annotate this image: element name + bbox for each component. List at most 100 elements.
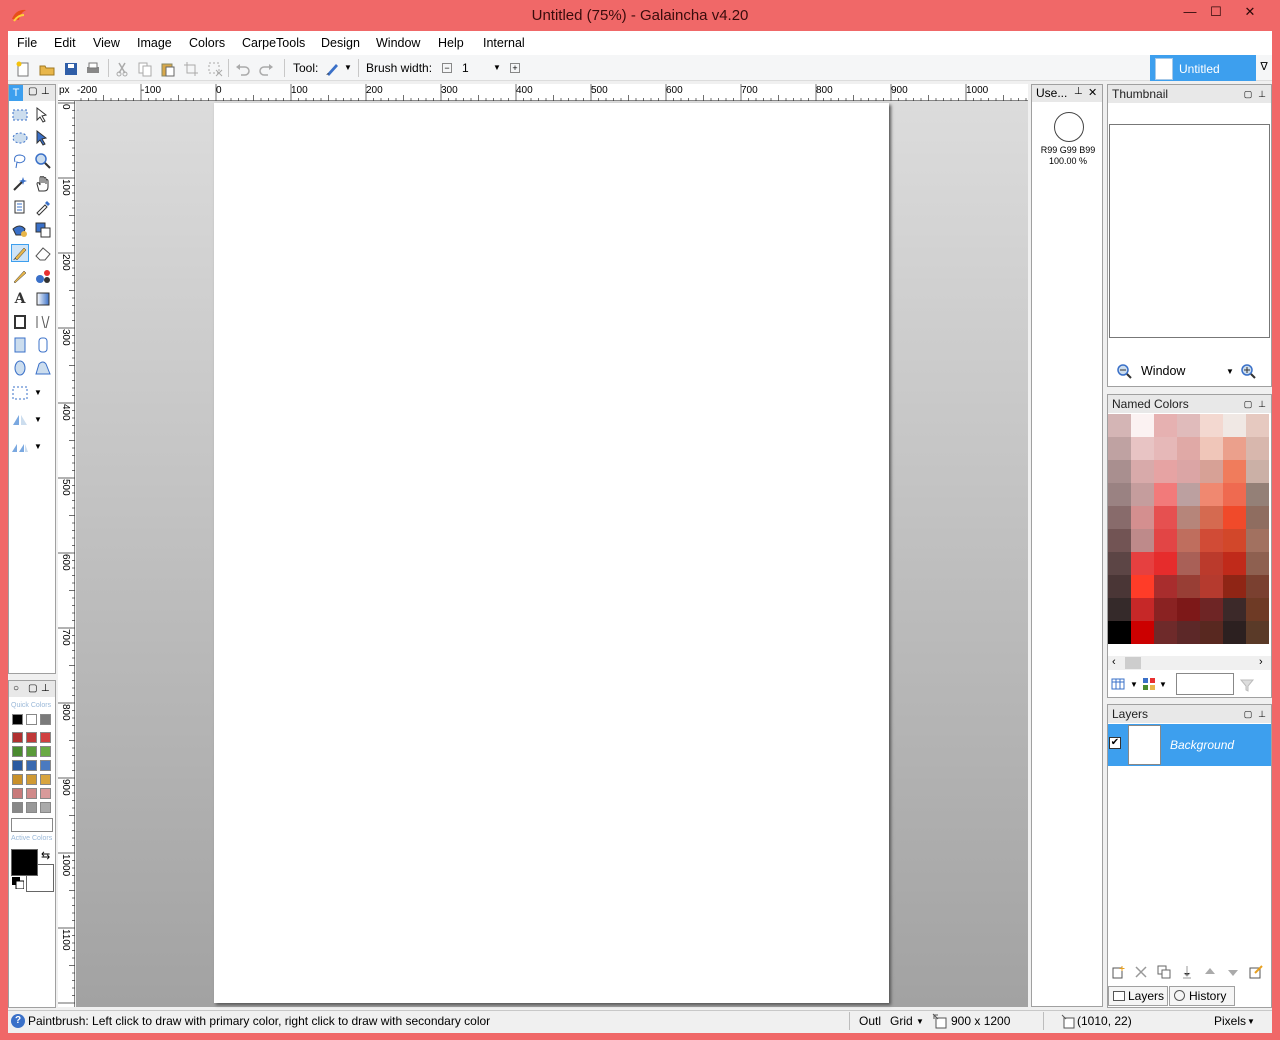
named-color-swatch[interactable] (1131, 575, 1154, 598)
named-color-swatch[interactable] (1200, 552, 1223, 575)
gradient-icon[interactable] (34, 290, 52, 308)
units-dropdown-icon[interactable]: ▼ (1247, 1017, 1255, 1026)
cut-icon[interactable] (114, 61, 130, 77)
menu-colors[interactable]: Colors (189, 36, 225, 50)
named-colors-pin-icon[interactable]: ⊥ (1256, 398, 1268, 410)
named-color-swatch[interactable] (1246, 437, 1269, 460)
named-color-swatch[interactable] (1177, 414, 1200, 437)
quick-color-swatch[interactable] (40, 714, 51, 725)
new-file-icon[interactable] (15, 61, 31, 77)
menu-help[interactable]: Help (438, 36, 464, 50)
named-color-swatch[interactable] (1108, 506, 1131, 529)
named-color-swatch[interactable] (1223, 621, 1246, 644)
named-color-swatch[interactable] (1246, 483, 1269, 506)
brush-width-decrease-button[interactable]: − (442, 63, 452, 73)
drawing-canvas[interactable] (214, 103, 889, 1003)
crop-icon[interactable] (183, 61, 199, 77)
move-selection-icon[interactable] (34, 106, 52, 124)
scroll-left-icon[interactable]: ‹ (1112, 656, 1116, 668)
merge-layer-icon[interactable] (1180, 965, 1194, 979)
quick-color-swatch[interactable] (12, 732, 23, 743)
thumbnail-float-icon[interactable]: ▢ (1242, 88, 1254, 100)
named-color-swatch[interactable] (1246, 529, 1269, 552)
colors-float-icon[interactable]: ▢ (28, 683, 37, 694)
named-color-swatch[interactable] (1154, 437, 1177, 460)
named-color-swatch[interactable] (1177, 621, 1200, 644)
named-color-swatch[interactable] (1177, 506, 1200, 529)
quick-color-swatch[interactable] (26, 788, 37, 799)
named-color-swatch[interactable] (1223, 460, 1246, 483)
layers-pin-icon[interactable]: ⊥ (1256, 708, 1268, 720)
used-color-swatch[interactable] (1054, 112, 1084, 142)
named-color-swatch[interactable] (1154, 506, 1177, 529)
menu-internal[interactable]: Internal (483, 36, 525, 50)
tab-history[interactable]: History (1169, 986, 1235, 1006)
scrollbar-thumb[interactable] (1125, 657, 1141, 669)
quick-color-swatch[interactable] (26, 802, 37, 813)
quick-color-swatch[interactable] (12, 760, 23, 771)
layers-float-icon[interactable]: ▢ (1242, 708, 1254, 720)
rounded-rectangle-tool-icon[interactable] (34, 336, 52, 354)
named-color-swatch[interactable] (1131, 460, 1154, 483)
color-replace-icon[interactable] (34, 267, 52, 285)
open-folder-icon[interactable] (39, 61, 55, 77)
zoom-out-icon[interactable] (1116, 363, 1132, 379)
reset-colors-icon[interactable] (12, 877, 24, 889)
named-color-swatch[interactable] (1177, 460, 1200, 483)
move-layer-up-icon[interactable] (1203, 965, 1217, 979)
named-color-swatch[interactable] (1177, 529, 1200, 552)
quick-color-swatch[interactable] (12, 774, 23, 785)
toolbox-float-icon[interactable]: ▢ (28, 86, 37, 97)
quick-color-swatch[interactable] (40, 802, 51, 813)
named-color-swatch[interactable] (1223, 575, 1246, 598)
named-color-swatch[interactable] (1200, 506, 1223, 529)
quick-color-swatch[interactable] (40, 746, 51, 757)
named-color-swatch[interactable] (1223, 414, 1246, 437)
quick-color-swatch[interactable] (26, 774, 37, 785)
frame-tool-icon[interactable] (11, 313, 29, 331)
redo-icon[interactable] (258, 61, 274, 77)
palette-grid-dropdown-icon[interactable]: ▼ (1159, 680, 1167, 689)
quick-color-swatch[interactable] (26, 760, 37, 771)
named-color-swatch[interactable] (1154, 460, 1177, 483)
colors-search-icon[interactable]: ○ (13, 683, 19, 694)
undo-icon[interactable] (235, 61, 251, 77)
grid-dropdown-icon[interactable]: ▼ (916, 1017, 924, 1026)
named-colors-float-icon[interactable]: ▢ (1242, 398, 1254, 410)
quick-color-swatch[interactable] (12, 746, 23, 757)
named-color-swatch[interactable] (1154, 552, 1177, 575)
used-colors-pin-icon[interactable]: ⊥ (1074, 86, 1083, 97)
deselect-icon[interactable] (207, 61, 223, 77)
named-color-swatch[interactable] (1154, 529, 1177, 552)
filter-icon[interactable] (1239, 677, 1255, 693)
maximize-button[interactable]: ☐ (1202, 2, 1230, 24)
named-color-swatch[interactable] (1154, 414, 1177, 437)
duplicate-layer-icon[interactable] (1157, 965, 1171, 979)
mirror-dropdown-icon[interactable]: ▼ (34, 415, 42, 424)
primary-color-swatch[interactable] (11, 849, 38, 876)
named-color-swatch[interactable] (1200, 598, 1223, 621)
named-color-swatch[interactable] (1246, 506, 1269, 529)
named-color-swatch[interactable] (1131, 621, 1154, 644)
palette-view-dropdown-icon[interactable]: ▼ (1130, 680, 1138, 689)
swap-colors-icon[interactable]: ⇆ (41, 849, 50, 862)
named-color-swatch[interactable] (1177, 552, 1200, 575)
named-color-swatch[interactable] (1200, 460, 1223, 483)
copy-icon[interactable] (137, 61, 153, 77)
named-color-swatch[interactable] (1223, 506, 1246, 529)
named-color-swatch[interactable] (1223, 483, 1246, 506)
brush-width-value[interactable]: 1 (462, 61, 469, 75)
quick-color-swatch[interactable] (40, 760, 51, 771)
paintbrush-tool-icon[interactable] (11, 244, 29, 262)
named-color-swatch[interactable] (1223, 598, 1246, 621)
used-colors-close-icon[interactable]: ✕ (1088, 86, 1097, 99)
mirror-icon[interactable] (11, 411, 29, 429)
tab-layers[interactable]: Layers (1108, 986, 1168, 1006)
named-color-swatch[interactable] (1131, 598, 1154, 621)
colors-pin-icon[interactable]: ⊥ (41, 683, 50, 694)
named-color-swatch[interactable] (1108, 598, 1131, 621)
quick-color-swatch[interactable] (12, 788, 23, 799)
named-color-swatch[interactable] (1131, 414, 1154, 437)
layer-name[interactable]: Background (1170, 738, 1234, 752)
color-search-input[interactable] (1176, 673, 1234, 695)
